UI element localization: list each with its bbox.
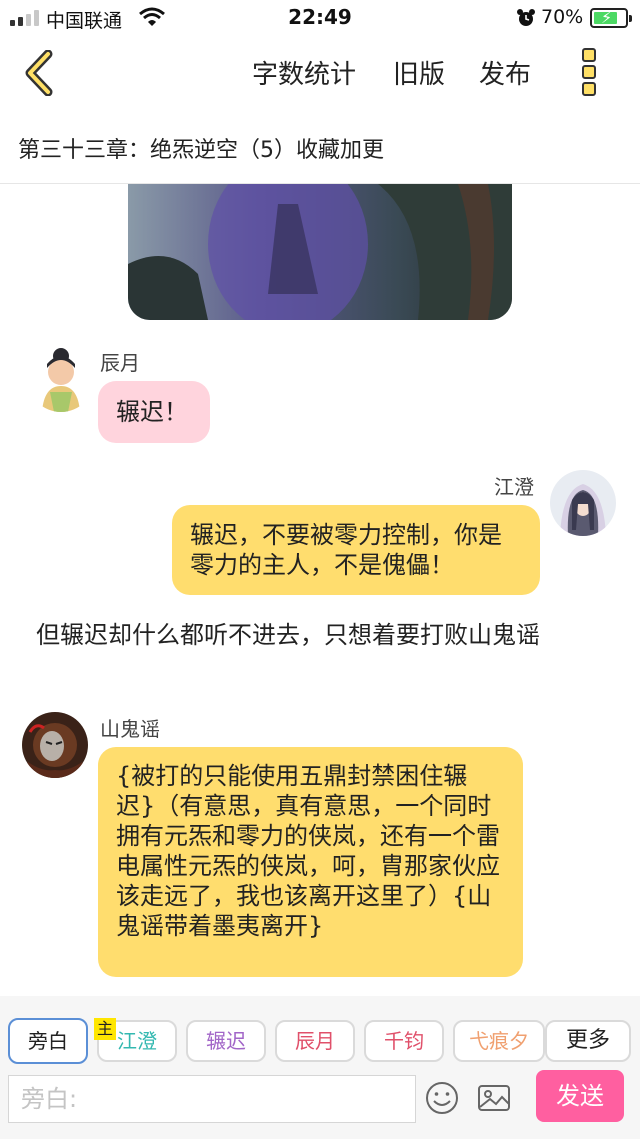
narration-text[interactable]: 但辗迟却什么都听不进去，只想着要打败山鬼谣 [36,620,596,650]
smiley-icon[interactable] [424,1080,460,1116]
speaker-name: 辰月 [100,351,140,375]
speaker-name: 江澄 [494,475,534,499]
role-qianjun[interactable]: 千钧 [364,1020,444,1062]
role-label: 弋痕夕 [469,1029,529,1053]
status-bar: 中国联通 22:49 70% ⚡ [0,0,640,36]
more-roles-button[interactable]: 更多 [545,1020,631,1062]
more-roles-label: 更多 [565,1028,610,1053]
role-label: 辰月 [295,1029,335,1053]
chat-image[interactable] [128,184,512,320]
chapter-title: 第三十三章：绝炁逆空（5）收藏加更 [18,138,384,163]
main-role-badge: 主 [94,1018,116,1040]
avatar-chenyue[interactable] [28,346,94,412]
role-label: 辗迟 [206,1029,246,1053]
speaker-name: 山鬼谣 [100,717,160,741]
publish-button[interactable]: 发布 [479,54,531,91]
role-chenyue[interactable]: 辰月 [275,1020,355,1062]
battery-percent: 70% [541,6,584,28]
avatar-shanguiyao[interactable] [22,712,88,778]
message-bubble[interactable]: 辗迟，不要被零力控制，你是零力的主人，不是傀儡！ [172,505,540,595]
more-vertical-icon[interactable] [578,48,600,100]
send-button[interactable]: 发送 [536,1070,624,1122]
role-label: 江澄 [117,1029,157,1053]
top-nav: 字数统计 旧版 发布 [0,36,640,112]
role-zhanchi[interactable]: 辗迟 [186,1020,266,1062]
message-bubble[interactable]: {被打的只能使用五鼎封禁困住辗迟}（有意思，真有意思，一个同时拥有元炁和零力的侠… [98,747,523,977]
image-icon[interactable] [476,1080,512,1116]
role-label: 千钧 [384,1029,424,1053]
chevron-left-icon[interactable] [20,50,60,96]
message-input[interactable] [8,1075,416,1123]
battery-icon: ⚡ [590,8,632,28]
word-count-button[interactable]: 字数统计 [252,54,356,91]
avatar-jiangcheng[interactable] [550,470,616,536]
old-version-button[interactable]: 旧版 [393,54,445,91]
message-bubble[interactable]: 辗迟！ [98,381,210,443]
role-label: 旁白 [28,1029,68,1053]
role-yihenxi[interactable]: 弋痕夕 [453,1020,545,1062]
alarm-icon [517,9,535,26]
role-narrator[interactable]: 旁白 [8,1018,88,1064]
